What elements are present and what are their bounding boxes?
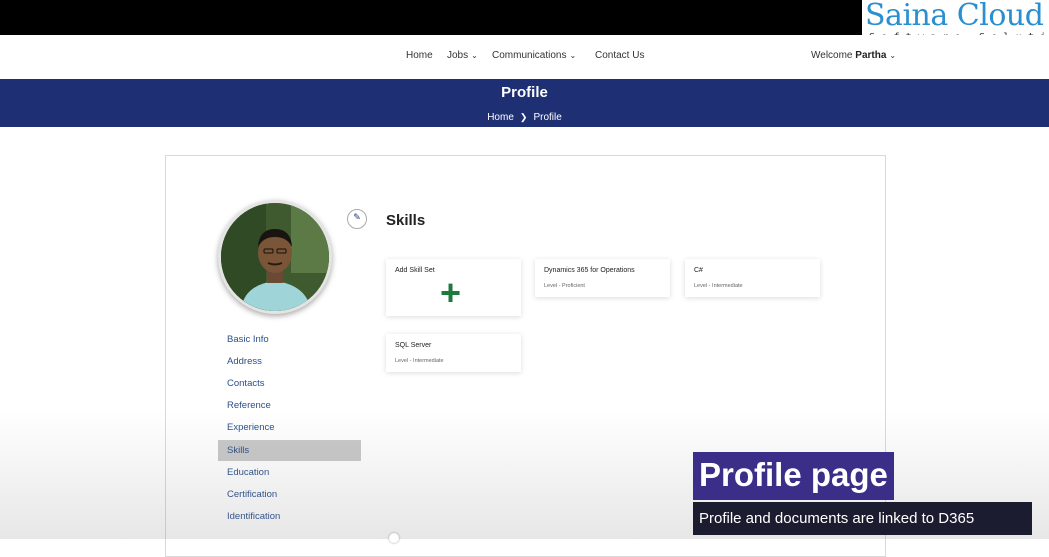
caption-title: Profile page bbox=[693, 452, 894, 500]
edit-icon: ✎ bbox=[353, 213, 361, 223]
sidebar-item-contacts[interactable]: Contacts bbox=[218, 373, 361, 394]
sidebar-item-basic-info[interactable]: Basic Info bbox=[218, 329, 361, 350]
user-menu[interactable]: Welcome Partha ⌄ bbox=[811, 50, 896, 61]
skill-level: Level - Intermediate bbox=[694, 283, 743, 289]
add-skill-button[interactable]: Add Skill Set + bbox=[386, 259, 521, 316]
caption-subtitle: Profile and documents are linked to D365 bbox=[693, 502, 1032, 535]
sidebar-item-skills[interactable]: Skills bbox=[218, 440, 361, 461]
chevron-right-icon: ❯ bbox=[519, 112, 528, 122]
section-title: Skills bbox=[386, 212, 426, 229]
edit-profile-button[interactable]: ✎ bbox=[347, 209, 367, 229]
nav-jobs-label: Jobs bbox=[447, 50, 469, 61]
sidebar-item-experience[interactable]: Experience bbox=[218, 417, 361, 438]
skill-level: Level - Intermediate bbox=[395, 358, 444, 364]
breadcrumb: Home ❯ Profile bbox=[0, 112, 1049, 123]
breadcrumb-home[interactable]: Home bbox=[487, 112, 514, 123]
nav-contact-us[interactable]: Contact Us bbox=[595, 50, 644, 61]
main-nav: Home Jobs ⌄ Communications ⌄ Contact Us We… bbox=[0, 35, 1049, 79]
skill-card[interactable]: C# Level - Intermediate bbox=[685, 259, 820, 297]
add-skill-label: Add Skill Set bbox=[395, 267, 435, 274]
chevron-down-icon: ⌄ bbox=[889, 51, 897, 60]
logo-title: Saina Cloud bbox=[865, 0, 1044, 33]
sidebar-item-identification[interactable]: Identification bbox=[218, 506, 361, 527]
welcome-text: Welcome bbox=[811, 50, 853, 61]
video-progress-handle[interactable] bbox=[389, 533, 399, 543]
sidebar-item-reference[interactable]: Reference bbox=[218, 395, 361, 416]
sidebar-item-address[interactable]: Address bbox=[218, 351, 361, 372]
nav-communications[interactable]: Communications ⌄ bbox=[492, 50, 576, 61]
page-title: Profile bbox=[501, 84, 548, 101]
skill-name: SQL Server bbox=[395, 342, 432, 349]
page-banner: Profile Home ❯ Profile bbox=[0, 79, 1049, 127]
user-name: Partha bbox=[855, 50, 887, 61]
skill-card[interactable]: SQL Server Level - Intermediate bbox=[386, 334, 521, 372]
nav-communications-label: Communications bbox=[492, 50, 567, 61]
profile-photo bbox=[221, 203, 329, 311]
chevron-down-icon: ⌄ bbox=[569, 51, 577, 60]
breadcrumb-current: Profile bbox=[533, 112, 562, 123]
sidebar-item-certification[interactable]: Certification bbox=[218, 484, 361, 505]
skill-level: Level - Proficient bbox=[544, 283, 585, 289]
avatar bbox=[218, 200, 332, 314]
nav-jobs[interactable]: Jobs ⌄ bbox=[447, 50, 478, 61]
plus-icon: + bbox=[440, 272, 462, 313]
skill-name: C# bbox=[694, 267, 703, 274]
nav-home[interactable]: Home bbox=[406, 50, 433, 61]
chevron-down-icon: ⌄ bbox=[471, 51, 478, 60]
sidebar-item-education[interactable]: Education bbox=[218, 462, 361, 483]
skill-card[interactable]: Dynamics 365 for Operations Level - Prof… bbox=[535, 259, 670, 297]
skill-name: Dynamics 365 for Operations bbox=[544, 267, 635, 274]
